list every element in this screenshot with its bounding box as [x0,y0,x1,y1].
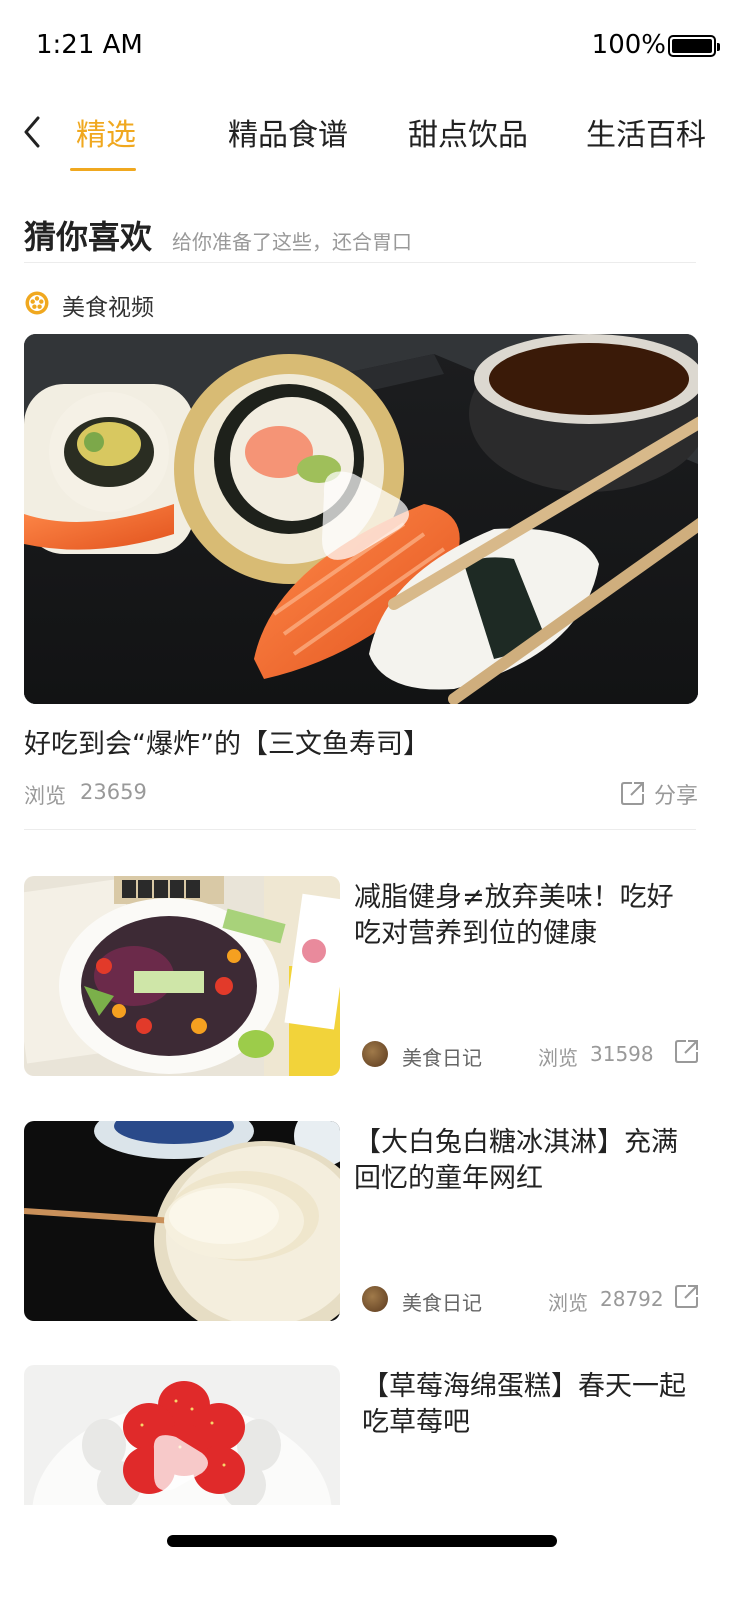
author-name[interactable]: 美食日记 [402,1042,482,1071]
views-count: 28792 [600,1287,664,1311]
section-subtitle: 给你准备了这些，还合胃口 [172,230,412,254]
author-name[interactable]: 美食日记 [402,1287,482,1316]
article-card[interactable]: 减脂健身≠放弃美味！吃好吃对营养到位的健康 美食日记 浏览 31598 [24,876,724,1076]
share-button[interactable]: 分享 [620,778,698,809]
views-label: 浏览 [538,1046,578,1070]
divider [24,829,696,830]
tab-desserts[interactable]: 甜点饮品 [408,110,528,154]
divider [24,262,696,263]
back-arrow-icon[interactable] [20,112,46,152]
views-count: 31598 [590,1042,654,1066]
battery-icon [668,35,720,57]
share-label: 分享 [653,784,698,809]
category-tabs: 精选 精品食谱 甜点饮品 生活百科 [0,100,750,180]
ice-cream-thumbnail [24,1121,340,1321]
card-title[interactable]: 【大白兔白糖冰淇淋】充满回忆的童年网红 [354,1125,699,1197]
status-time: 1:21 AM [36,30,143,60]
salad-thumbnail [24,876,340,1076]
share-icon[interactable] [674,1038,700,1064]
tab-recipes[interactable]: 精品食谱 [228,110,348,154]
battery-percent: 100% [591,30,666,60]
food-video-icon [25,291,49,315]
card-title[interactable]: 减脂健身≠放弃美味！吃好吃对营养到位的健康 [354,880,699,952]
author-avatar [362,1041,388,1067]
tab-featured[interactable]: 精选 [76,110,136,154]
card-title[interactable]: 【草莓海绵蛋糕】春天一起吃草莓吧 [362,1369,707,1441]
author-avatar [362,1286,388,1312]
views-count: 23659 [80,780,147,804]
article-card[interactable]: 【大白兔白糖冰淇淋】充满回忆的童年网红 美食日记 浏览 28792 [24,1121,724,1321]
article-card[interactable]: 【草莓海绵蛋糕】春天一起吃草莓吧 [24,1365,724,1505]
sushi-image [24,334,698,704]
hero-title[interactable]: 好吃到会“爆炸”的【三文鱼寿司】 [24,722,430,761]
status-bar: 1:21 AM 100% [0,0,750,90]
home-indicator [167,1535,557,1547]
category-text: 美食视频 [62,295,154,321]
views-label: 浏览 [548,1291,588,1315]
share-icon[interactable] [674,1283,700,1309]
strawberry-cake-thumbnail [24,1365,340,1505]
section-title: 猜你喜欢 [24,218,153,256]
hero-video-thumbnail[interactable] [24,334,698,704]
views-label: 浏览 [24,784,66,808]
active-tab-indicator [70,168,136,171]
tab-life[interactable]: 生活百科 [586,110,706,154]
share-icon [620,782,644,805]
